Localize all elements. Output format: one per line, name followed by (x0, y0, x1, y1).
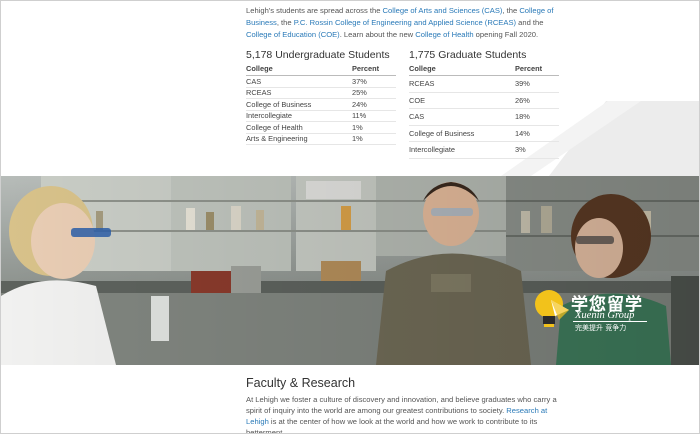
column-header-percent: Percent (352, 64, 396, 76)
cell-percent: 1% (352, 121, 396, 134)
link-cas[interactable]: College of Arts and Sciences (CAS) (383, 6, 503, 15)
cell-college: College of Business (246, 98, 352, 111)
faculty-research-heading: Faculty & Research (246, 376, 356, 390)
cell-percent: 14% (515, 125, 559, 142)
table-row: CAS 37% (246, 75, 396, 88)
intro-paragraph: Lehigh's students are spread across the … (246, 5, 566, 41)
table-row: RCEAS 39% (409, 75, 559, 93)
column-header-percent: Percent (515, 64, 559, 76)
watermark-divider (573, 321, 647, 322)
watermark-en-text: Xuenin Group (575, 310, 635, 321)
cell-college: RCEAS (246, 87, 352, 99)
cell-college: Intercollegiate (409, 141, 515, 159)
cell-percent: 39% (515, 75, 559, 93)
undergrad-title: 5,178 Undergraduate Students (246, 49, 390, 61)
table-header-row: College Percent (246, 64, 396, 76)
table-row: CAS 18% (409, 108, 559, 126)
cell-college: RCEAS (409, 75, 515, 93)
lab-photo-illustration (1, 176, 699, 365)
cell-percent: 37% (352, 75, 396, 88)
page-frame: Lehigh's students are spread across the … (0, 0, 700, 434)
lightbulb-icon (535, 290, 569, 327)
cell-college: College of Health (246, 121, 352, 134)
faculty-text: is at the center of how we look at the w… (246, 417, 538, 434)
table-row: College of Health 1% (246, 121, 396, 134)
intro-text: opening Fall 2020. (473, 30, 539, 39)
cell-college: College of Business (409, 125, 515, 142)
graduate-table: College Percent RCEAS 39% COE 26% CAS 18% C… (409, 64, 559, 159)
table-header-row: College Percent (409, 64, 559, 76)
cell-college: COE (409, 92, 515, 109)
table-row: College of Business 14% (409, 125, 559, 142)
lab-photo: 学您留学 Xuenin Group 完美提升 竞争力 (1, 176, 699, 365)
cell-percent: 3% (515, 141, 559, 159)
cell-college: CAS (409, 108, 515, 126)
table-row: Arts & Engineering 1% (246, 133, 396, 145)
undergrad-table: College Percent CAS 37% RCEAS 25% College … (246, 64, 396, 145)
watermark-tagline: 完美提升 竞争力 (575, 324, 627, 332)
cell-percent: 26% (515, 92, 559, 109)
graduate-title: 1,775 Graduate Students (409, 49, 527, 61)
intro-text: and the (516, 18, 544, 27)
cell-college: Arts & Engineering (246, 133, 352, 145)
table-row: College of Business 24% (246, 98, 396, 111)
intro-text: Lehigh's students are spread across the (246, 6, 383, 15)
cell-percent: 24% (352, 98, 396, 111)
cell-college: Intercollegiate (246, 110, 352, 122)
cell-percent: 18% (515, 108, 559, 126)
link-rceas[interactable]: P.C. Rossin College of Engineering and A… (294, 18, 516, 27)
table-row: COE 26% (409, 92, 559, 109)
table-row: Intercollegiate 3% (409, 141, 559, 159)
cell-percent: 1% (352, 133, 396, 145)
link-health[interactable]: College of Health (415, 30, 473, 39)
intro-text: . Learn about the new (339, 30, 416, 39)
table-row: Intercollegiate 11% (246, 110, 396, 122)
link-coe[interactable]: College of Education (COE) (246, 30, 340, 39)
intro-text: , the (502, 6, 520, 15)
faculty-research-paragraph: At Lehigh we foster a culture of discove… (246, 394, 561, 434)
intro-text: , the (276, 18, 294, 27)
cell-percent: 25% (352, 87, 396, 99)
xuenin-watermark: 学您留学 Xuenin Group 完美提升 竞争力 (529, 286, 669, 334)
cell-college: CAS (246, 75, 352, 88)
column-header-college: College (409, 64, 515, 76)
table-row: RCEAS 25% (246, 87, 396, 99)
cell-percent: 11% (352, 110, 396, 122)
column-header-college: College (246, 64, 352, 76)
